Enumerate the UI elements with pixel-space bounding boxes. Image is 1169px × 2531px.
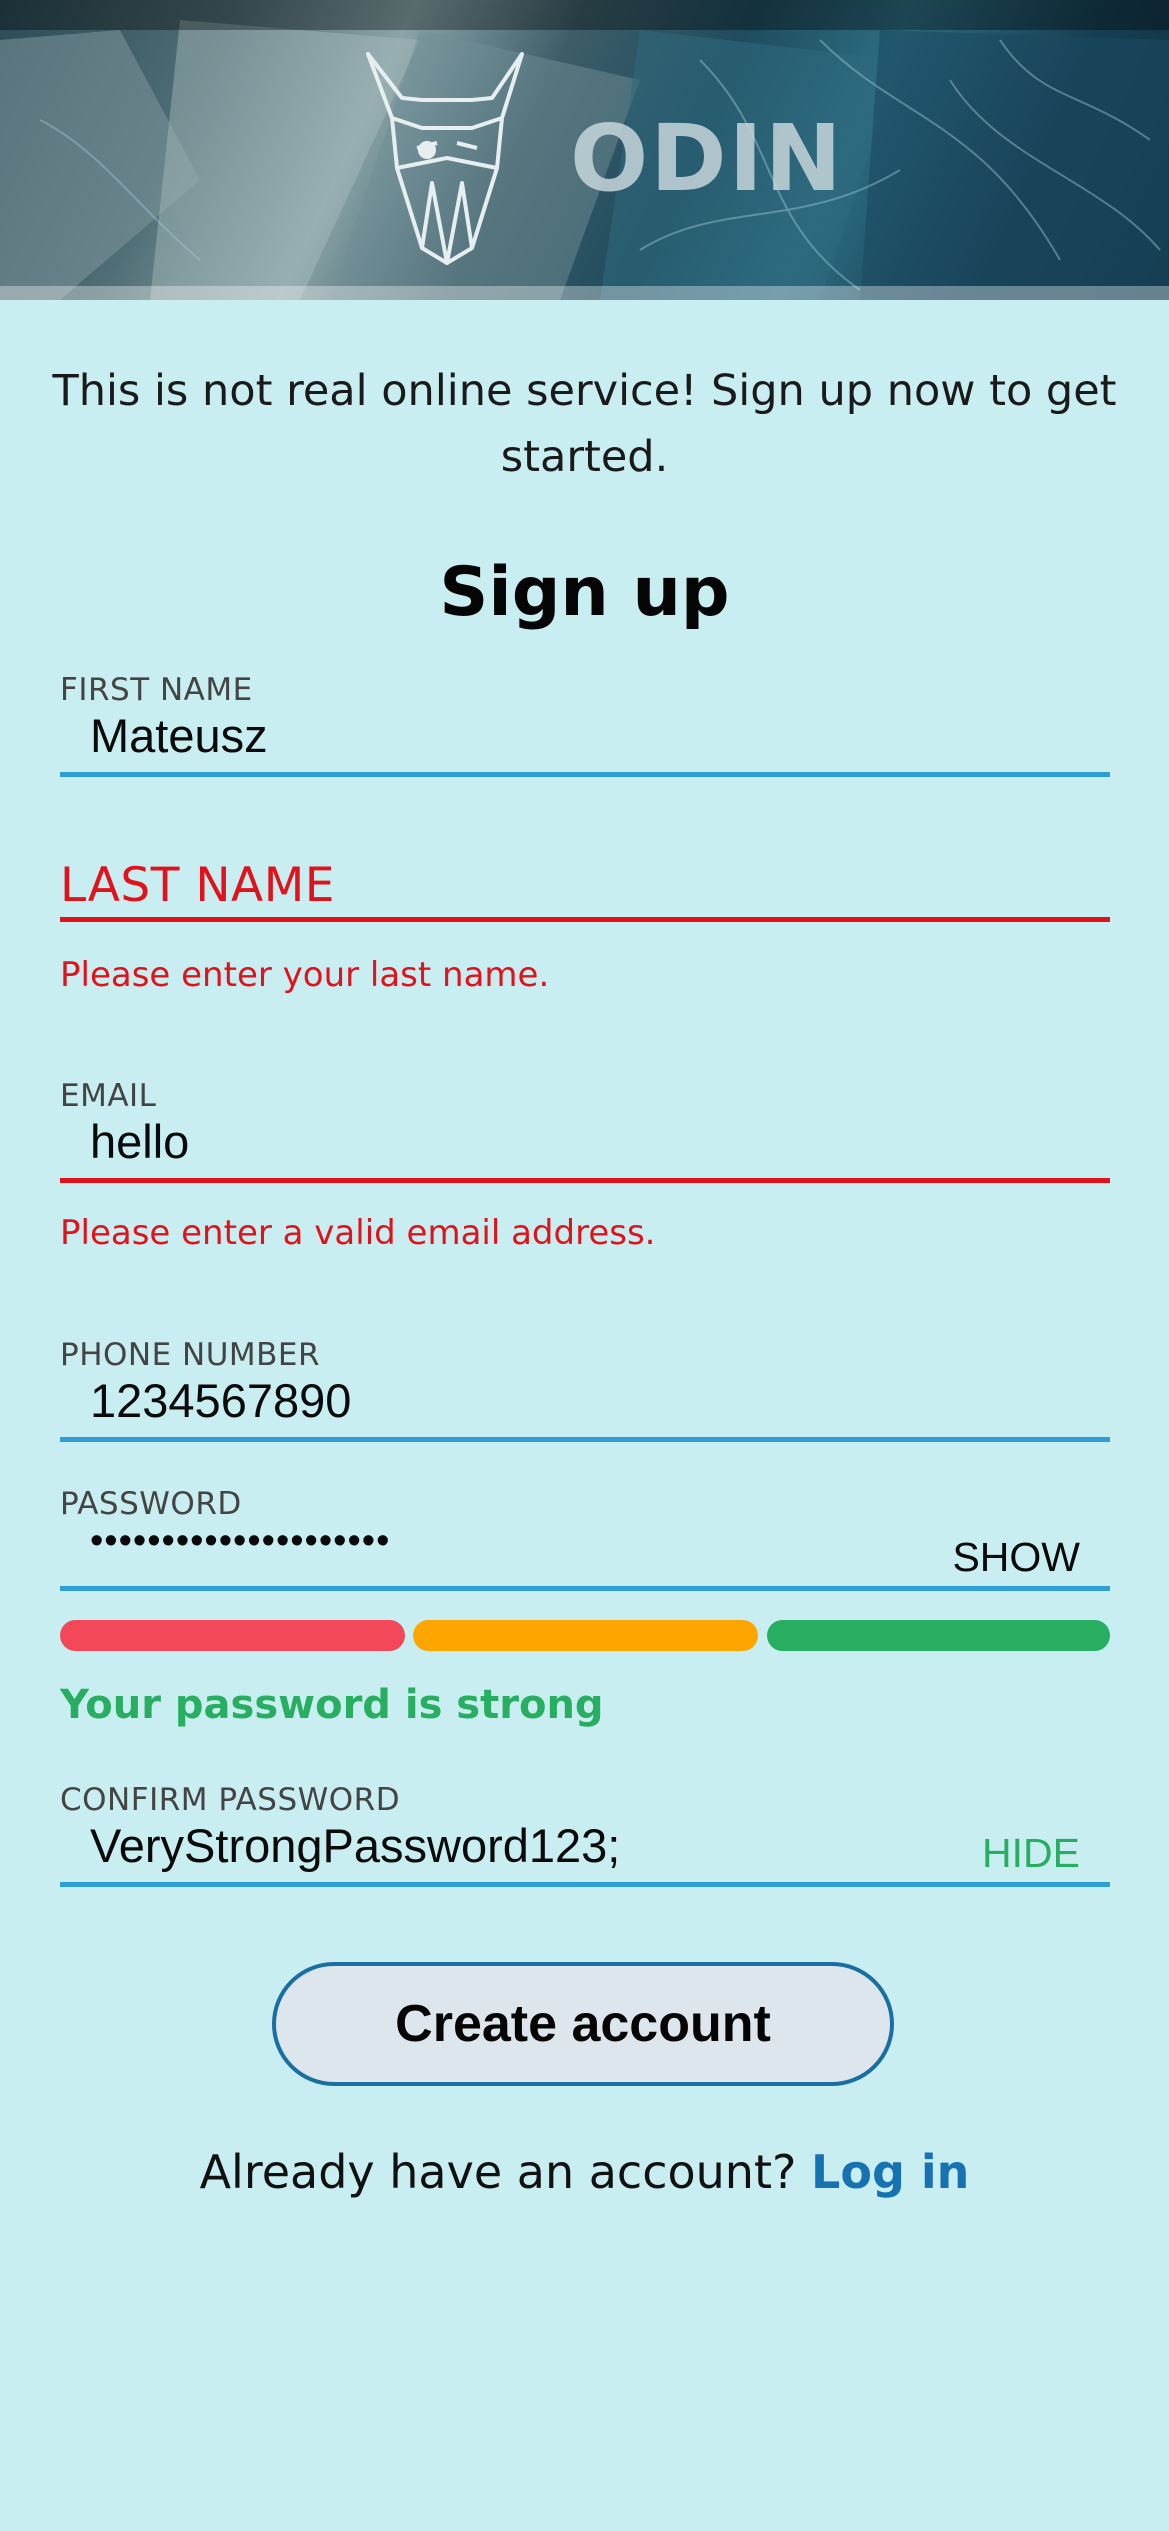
last-name-error: Please enter your last name. bbox=[60, 955, 550, 995]
banner-bottom-strip bbox=[0, 286, 1169, 300]
intro-text: This is not real online service! Sign up… bbox=[52, 366, 1117, 482]
phone-label: PHONE NUMBER bbox=[60, 1337, 321, 1373]
login-prompt: Already have an account? Log in bbox=[0, 2145, 1169, 2199]
last-name-underline bbox=[60, 917, 1110, 922]
strength-bar-medium bbox=[413, 1620, 758, 1651]
phone-underline bbox=[60, 1437, 1110, 1442]
confirm-password-input[interactable]: VeryStrongPassword123; bbox=[90, 1818, 620, 1873]
page-title: Sign up bbox=[439, 553, 730, 632]
first-name-field[interactable]: FIRST NAME Mateusz bbox=[60, 672, 1110, 782]
confirm-password-underline bbox=[60, 1882, 1110, 1887]
email-underline bbox=[60, 1178, 1110, 1183]
password-underline bbox=[60, 1586, 1110, 1591]
login-link[interactable]: Log in bbox=[811, 2145, 969, 2199]
password-field[interactable]: PASSWORD ••••••••••••••••••••• SHOW bbox=[60, 1486, 1110, 1596]
create-account-button[interactable]: Create account bbox=[272, 1962, 894, 2086]
banner-top-strip bbox=[0, 0, 1169, 30]
show-password-toggle[interactable]: SHOW bbox=[952, 1534, 1080, 1581]
strength-bar-strong bbox=[767, 1620, 1110, 1651]
password-strength-message: Your password is strong bbox=[60, 1682, 604, 1728]
email-error: Please enter a valid email address. bbox=[60, 1213, 656, 1253]
login-prompt-text: Already have an account? bbox=[199, 2145, 797, 2199]
last-name-label: LAST NAME bbox=[60, 858, 335, 913]
confirm-password-label: CONFIRM PASSWORD bbox=[60, 1782, 401, 1818]
first-name-underline bbox=[60, 772, 1110, 777]
email-field[interactable]: EMAIL hello bbox=[60, 1078, 1110, 1188]
phone-input[interactable]: 1234567890 bbox=[90, 1373, 351, 1428]
email-label: EMAIL bbox=[60, 1078, 157, 1114]
password-label: PASSWORD bbox=[60, 1486, 242, 1522]
phone-field[interactable]: PHONE NUMBER 1234567890 bbox=[60, 1337, 1110, 1447]
last-name-field[interactable]: LAST NAME bbox=[60, 858, 1110, 928]
first-name-label: FIRST NAME bbox=[60, 672, 253, 708]
header-banner: ODIN bbox=[0, 0, 1169, 300]
email-input[interactable]: hello bbox=[90, 1114, 189, 1169]
password-input[interactable]: ••••••••••••••••••••• bbox=[90, 1520, 390, 1563]
hide-password-toggle[interactable]: HIDE bbox=[982, 1830, 1080, 1877]
first-name-input[interactable]: Mateusz bbox=[90, 708, 268, 763]
viking-head-icon bbox=[366, 52, 524, 265]
confirm-password-field[interactable]: CONFIRM PASSWORD VeryStrongPassword123; … bbox=[60, 1782, 1110, 1892]
strength-bar-weak bbox=[60, 1620, 405, 1651]
brand-logo-text: ODIN bbox=[570, 105, 844, 212]
